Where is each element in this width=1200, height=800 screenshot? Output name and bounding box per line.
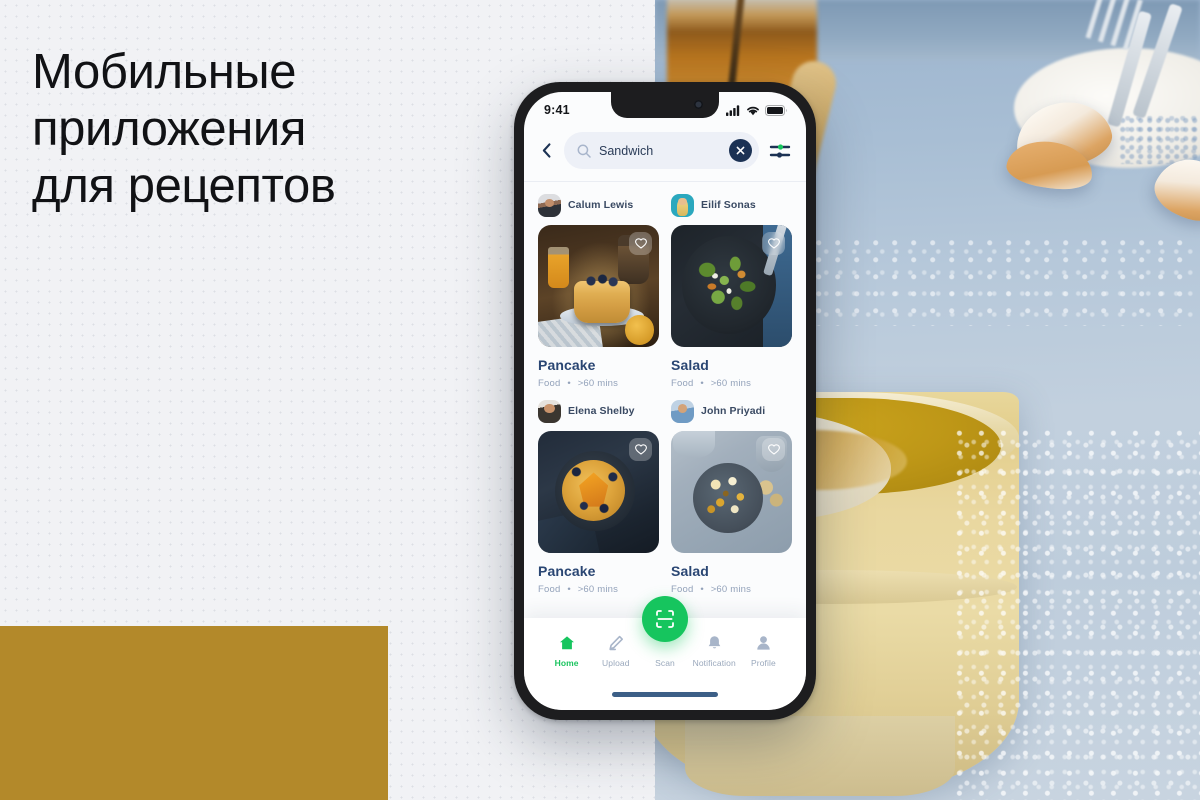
page-title: Мобильные приложения для рецептов bbox=[32, 45, 336, 213]
heart-icon bbox=[767, 238, 780, 249]
recipe-title: Pancake bbox=[538, 563, 596, 579]
recipe-thumbnail[interactable] bbox=[538, 431, 659, 553]
nav-item-upload[interactable]: Upload bbox=[591, 634, 640, 668]
scan-button[interactable] bbox=[642, 596, 688, 642]
recipe-card[interactable]: John Priyadi Salad Food • >60 mins bbox=[671, 399, 792, 595]
search-bar-row: Sandwich bbox=[524, 122, 806, 181]
thumb-juice-glass bbox=[547, 246, 570, 289]
recipe-meta: Food • >60 mins bbox=[538, 584, 659, 595]
author-name: John Priyadi bbox=[701, 405, 766, 417]
meta-separator: • bbox=[700, 378, 704, 389]
bowl-base bbox=[685, 716, 955, 796]
recipe-card[interactable]: Calum Lewis Pancake Food • >60 mins bbox=[538, 193, 659, 389]
recipe-meta: Food • >60 mins bbox=[671, 378, 792, 389]
avatar bbox=[671, 193, 694, 217]
recipe-meta: Food • >60 mins bbox=[538, 378, 659, 389]
search-icon bbox=[577, 144, 591, 158]
search-input[interactable]: Sandwich bbox=[564, 132, 759, 169]
bottom-navigation: Home Upload Scan Notification Profile bbox=[524, 596, 806, 710]
thumb-salad-greens bbox=[690, 246, 768, 323]
back-button[interactable] bbox=[537, 138, 555, 164]
nav-item-profile[interactable]: Profile bbox=[739, 634, 788, 668]
recipe-category: Food bbox=[538, 584, 561, 595]
recipe-title: Salad bbox=[671, 357, 709, 373]
signal-icon bbox=[726, 104, 740, 116]
recipe-duration: >60 mins bbox=[710, 378, 752, 389]
thumb-blueberries bbox=[581, 273, 623, 289]
recipe-duration: >60 mins bbox=[710, 584, 752, 595]
thumb-egg-salad bbox=[700, 470, 756, 527]
recipe-feed[interactable]: Calum Lewis Pancake Food • >60 mins Eili… bbox=[524, 182, 806, 627]
home-icon bbox=[559, 634, 575, 652]
nav-item-notification[interactable]: Notification bbox=[690, 634, 739, 668]
avatar bbox=[671, 399, 694, 423]
recipe-category: Food bbox=[671, 584, 694, 595]
scan-icon bbox=[656, 610, 674, 628]
nav-item-home[interactable]: Home bbox=[542, 634, 591, 668]
status-icons bbox=[726, 104, 788, 116]
heart-icon bbox=[634, 238, 647, 249]
recipe-duration: >60 mins bbox=[577, 584, 619, 595]
nav-label: Home bbox=[554, 658, 579, 668]
recipe-title: Salad bbox=[671, 563, 709, 579]
recipe-thumbnail[interactable] bbox=[671, 431, 792, 553]
filter-button[interactable] bbox=[768, 139, 792, 163]
avatar bbox=[538, 193, 561, 217]
plate-pattern bbox=[1120, 116, 1200, 164]
favorite-button[interactable] bbox=[762, 438, 785, 461]
phone-screen: 9:41 Sandwich Calum Lewis Pancake Food •… bbox=[524, 92, 806, 710]
avatar bbox=[538, 399, 561, 423]
wifi-icon bbox=[747, 106, 759, 115]
favorite-button[interactable] bbox=[762, 232, 785, 255]
meta-separator: • bbox=[567, 378, 571, 389]
recipe-category: Food bbox=[671, 378, 694, 389]
heart-icon bbox=[634, 444, 647, 455]
thumb-honey bbox=[625, 315, 655, 345]
status-time: 9:41 bbox=[544, 103, 570, 117]
meta-separator: • bbox=[700, 584, 704, 595]
author-name: Eilif Sonas bbox=[701, 199, 756, 211]
recipe-card[interactable]: Eilif Sonas Salad Food • >60 mins bbox=[671, 193, 792, 389]
status-bar: 9:41 bbox=[524, 92, 806, 122]
favorite-button[interactable] bbox=[629, 438, 652, 461]
search-value: Sandwich bbox=[599, 143, 654, 158]
nav-label: Scan bbox=[655, 658, 675, 668]
nav-label: Notification bbox=[692, 658, 736, 668]
recipe-author[interactable]: Eilif Sonas bbox=[671, 193, 792, 217]
favorite-button[interactable] bbox=[629, 232, 652, 255]
battery-icon bbox=[765, 104, 787, 116]
flour-dust-table bbox=[955, 430, 1200, 800]
recipe-grid: Calum Lewis Pancake Food • >60 mins Eili… bbox=[538, 193, 792, 595]
recipe-card[interactable]: Elena Shelby Pancake Food • >60 mins bbox=[538, 399, 659, 595]
home-indicator bbox=[612, 692, 718, 697]
close-icon bbox=[736, 146, 745, 155]
thumb-blueberries bbox=[564, 457, 628, 522]
recipe-category: Food bbox=[538, 378, 561, 389]
recipe-meta: Food • >60 mins bbox=[671, 584, 792, 595]
clear-search-button[interactable] bbox=[729, 139, 752, 162]
recipe-author[interactable]: John Priyadi bbox=[671, 399, 792, 423]
pencil-icon bbox=[608, 634, 624, 652]
gold-accent-block bbox=[0, 626, 388, 800]
author-name: Calum Lewis bbox=[568, 199, 634, 211]
recipe-thumbnail[interactable] bbox=[671, 225, 792, 347]
author-name: Elena Shelby bbox=[568, 405, 635, 417]
heart-icon bbox=[767, 444, 780, 455]
recipe-title: Pancake bbox=[538, 357, 596, 373]
phone-mockup: 9:41 Sandwich Calum Lewis Pancake Food •… bbox=[514, 82, 816, 720]
filter-sliders-icon bbox=[769, 143, 791, 158]
recipe-author[interactable]: Calum Lewis bbox=[538, 193, 659, 217]
recipe-author[interactable]: Elena Shelby bbox=[538, 399, 659, 423]
thumb-stacked-dishes bbox=[673, 431, 715, 458]
recipe-duration: >60 mins bbox=[577, 378, 619, 389]
meta-separator: • bbox=[567, 584, 571, 595]
chevron-left-icon bbox=[542, 143, 550, 158]
person-icon bbox=[756, 634, 771, 652]
nav-label: Profile bbox=[751, 658, 776, 668]
nav-label: Upload bbox=[602, 658, 630, 668]
flour-dust-top bbox=[775, 236, 1195, 326]
bell-icon bbox=[707, 634, 722, 652]
recipe-thumbnail[interactable] bbox=[538, 225, 659, 347]
